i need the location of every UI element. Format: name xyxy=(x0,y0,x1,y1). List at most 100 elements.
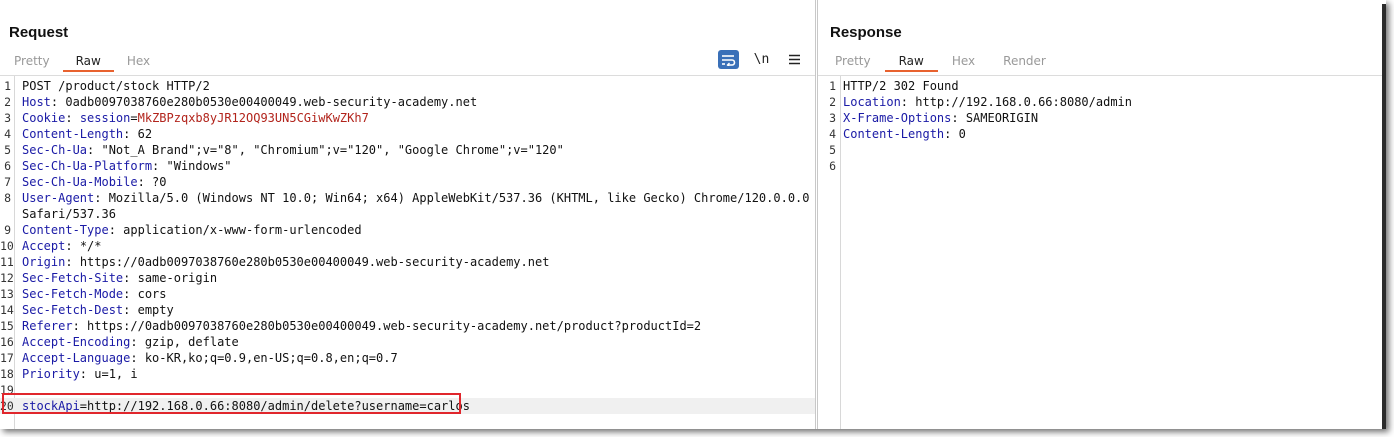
line-number: 4 xyxy=(829,127,836,141)
line-number: 1 xyxy=(829,79,836,93)
scrollbar[interactable] xyxy=(1382,4,1386,429)
tab-hex[interactable]: Hex xyxy=(938,52,989,72)
code-line: 6 xyxy=(818,158,1383,174)
header-separator: : xyxy=(130,351,145,365)
header-separator: = xyxy=(79,399,88,413)
request-editor[interactable]: 1 POST /product/stock HTTP/2 2 Host: 0adb00… xyxy=(0,75,815,429)
header-separator: : xyxy=(79,367,95,381)
header-value: SAMEORIGIN xyxy=(965,111,1039,125)
line-number: 8 xyxy=(4,191,11,205)
header-value: 62 xyxy=(137,127,153,141)
code-line: 15 Referer: https://0adb0097038760e280b05… xyxy=(0,318,815,334)
show-newlines-button[interactable]: \n xyxy=(751,50,772,69)
request-toolbar: \n xyxy=(718,50,805,69)
line-content: Content-Length: 0 xyxy=(843,126,966,142)
code-line: 4 Content-Length: 62 xyxy=(0,126,815,142)
header-name: Sec-Ch-Ua-Mobile xyxy=(22,175,138,189)
header-separator: : xyxy=(944,127,959,141)
line-number: 3 xyxy=(4,111,11,125)
line-content: Location: http://192.168.0.66:8080/admin xyxy=(843,94,1132,110)
code-line: 11 Origin: https://0adb0097038760e280b053… xyxy=(0,254,815,270)
header-separator: : xyxy=(65,239,80,253)
header-value: u=1, i xyxy=(94,367,138,381)
request-title: Request xyxy=(9,24,69,41)
header-value: Safari/537.36 xyxy=(22,207,116,221)
line-number: 6 xyxy=(4,159,11,173)
header-name: Sec-Ch-Ua xyxy=(22,143,88,157)
line-content: Sec-Ch-Ua-Mobile: ?0 xyxy=(22,174,167,190)
line-content: X-Frame-Options: SAMEORIGIN xyxy=(843,110,1038,126)
code-line: 13 Sec-Fetch-Mode: cors xyxy=(0,286,815,302)
header-name: Cookie xyxy=(22,111,66,125)
header-name: Content-Length xyxy=(22,127,124,141)
line-number: 4 xyxy=(4,127,11,141)
line-number: 2 xyxy=(829,95,836,109)
line-content: Content-Length: 62 xyxy=(22,126,152,142)
line-content: Cookie: session=MkZBPzqxb8yJR12OQ93UN5CG… xyxy=(22,110,369,126)
tab-raw[interactable]: Raw xyxy=(62,52,115,72)
tab-pretty[interactable]: Pretty xyxy=(821,52,885,72)
line-number: 12 xyxy=(0,271,14,285)
header-value: application/x-www-form-urlencoded xyxy=(123,223,362,237)
wrap-lines-icon xyxy=(722,54,736,66)
tab-hex[interactable]: Hex xyxy=(114,52,163,72)
line-number: 17 xyxy=(0,351,14,365)
line-number: 15 xyxy=(0,319,14,333)
header-name: Sec-Ch-Ua-Platform xyxy=(22,159,153,173)
header-separator: : xyxy=(123,303,138,317)
header-separator: : xyxy=(94,191,109,205)
header-value: ?0 xyxy=(152,175,167,189)
line-content: Safari/537.36 xyxy=(22,206,116,222)
header-value: 0adb0097038760e280b0530e00400049.web-sec… xyxy=(65,95,478,109)
header-name: Content-Type xyxy=(22,223,109,237)
line-content: Accept: */* xyxy=(22,238,102,254)
hamburger-menu-icon xyxy=(789,54,800,65)
header-separator: : xyxy=(123,271,138,285)
line-number: 5 xyxy=(4,143,11,157)
line-number: 18 xyxy=(0,367,14,381)
header-separator: : xyxy=(123,287,138,301)
code-line: 19 xyxy=(0,382,815,398)
header-separator: : xyxy=(65,111,80,125)
code-line: 2 Host: 0adb0097038760e280b0530e00400049.… xyxy=(0,94,815,110)
header-name: Content-Length xyxy=(843,127,945,141)
menu-button[interactable] xyxy=(784,50,805,69)
header-name: Origin xyxy=(22,255,66,269)
response-editor[interactable]: 1 HTTP/2 302 Found 2 Location: http://192.1… xyxy=(818,75,1383,429)
code-line: 18 Priority: u=1, i xyxy=(0,366,815,382)
header-separator: : xyxy=(72,319,88,333)
code-line: 14 Sec-Fetch-Dest: empty xyxy=(0,302,815,318)
header-separator: : xyxy=(137,175,153,189)
line-content: User-Agent: Mozilla/5.0 (Windows NT 10.0… xyxy=(22,190,810,206)
wrap-lines-button[interactable] xyxy=(718,50,739,69)
header-value: https://0adb0097038760e280b0530e00400049… xyxy=(79,255,550,269)
code-line: 10 Accept: */* xyxy=(0,238,815,254)
header-name: Accept-Language xyxy=(22,351,131,365)
header-value: "Windows" xyxy=(166,159,232,173)
line-content: Sec-Fetch-Dest: empty xyxy=(22,302,174,318)
line-number: 2 xyxy=(4,95,11,109)
header-value: "Not_A Brand";v="8", "Chromium";v="120",… xyxy=(101,143,564,157)
http-message-editor: Request Pretty Raw Hex \n 1 POST /produc… xyxy=(0,0,1386,429)
header-name: Referer xyxy=(22,319,73,333)
code-line: 5 Sec-Ch-Ua: "Not_A Brand";v="8", "Chromi… xyxy=(0,142,815,158)
line-number: 14 xyxy=(0,303,14,317)
cookie-name: session xyxy=(79,111,131,125)
header-name: User-Agent xyxy=(22,191,95,205)
tab-raw[interactable]: Raw xyxy=(884,52,939,72)
line-content: Origin: https://0adb0097038760e280b0530e… xyxy=(22,254,549,270)
header-separator: : xyxy=(108,223,124,237)
tab-pretty[interactable]: Pretty xyxy=(0,52,63,72)
line-number: 13 xyxy=(0,287,14,301)
header-value: Mozilla/5.0 (Windows NT 10.0; Win64; x64… xyxy=(108,191,810,205)
header-name: stockApi xyxy=(22,399,80,413)
header-value: https://0adb0097038760e280b0530e00400049… xyxy=(87,319,702,333)
response-title: Response xyxy=(830,24,902,41)
tab-render[interactable]: Render xyxy=(989,52,1060,72)
line-number: 20 xyxy=(0,399,14,413)
header-separator: : xyxy=(50,95,66,109)
line-number: 9 xyxy=(4,223,11,237)
line-content: Sec-Ch-Ua: "Not_A Brand";v="8", "Chromiu… xyxy=(22,142,564,158)
code-line: Safari/537.36 xyxy=(0,206,815,222)
line-number: 11 xyxy=(0,255,14,269)
